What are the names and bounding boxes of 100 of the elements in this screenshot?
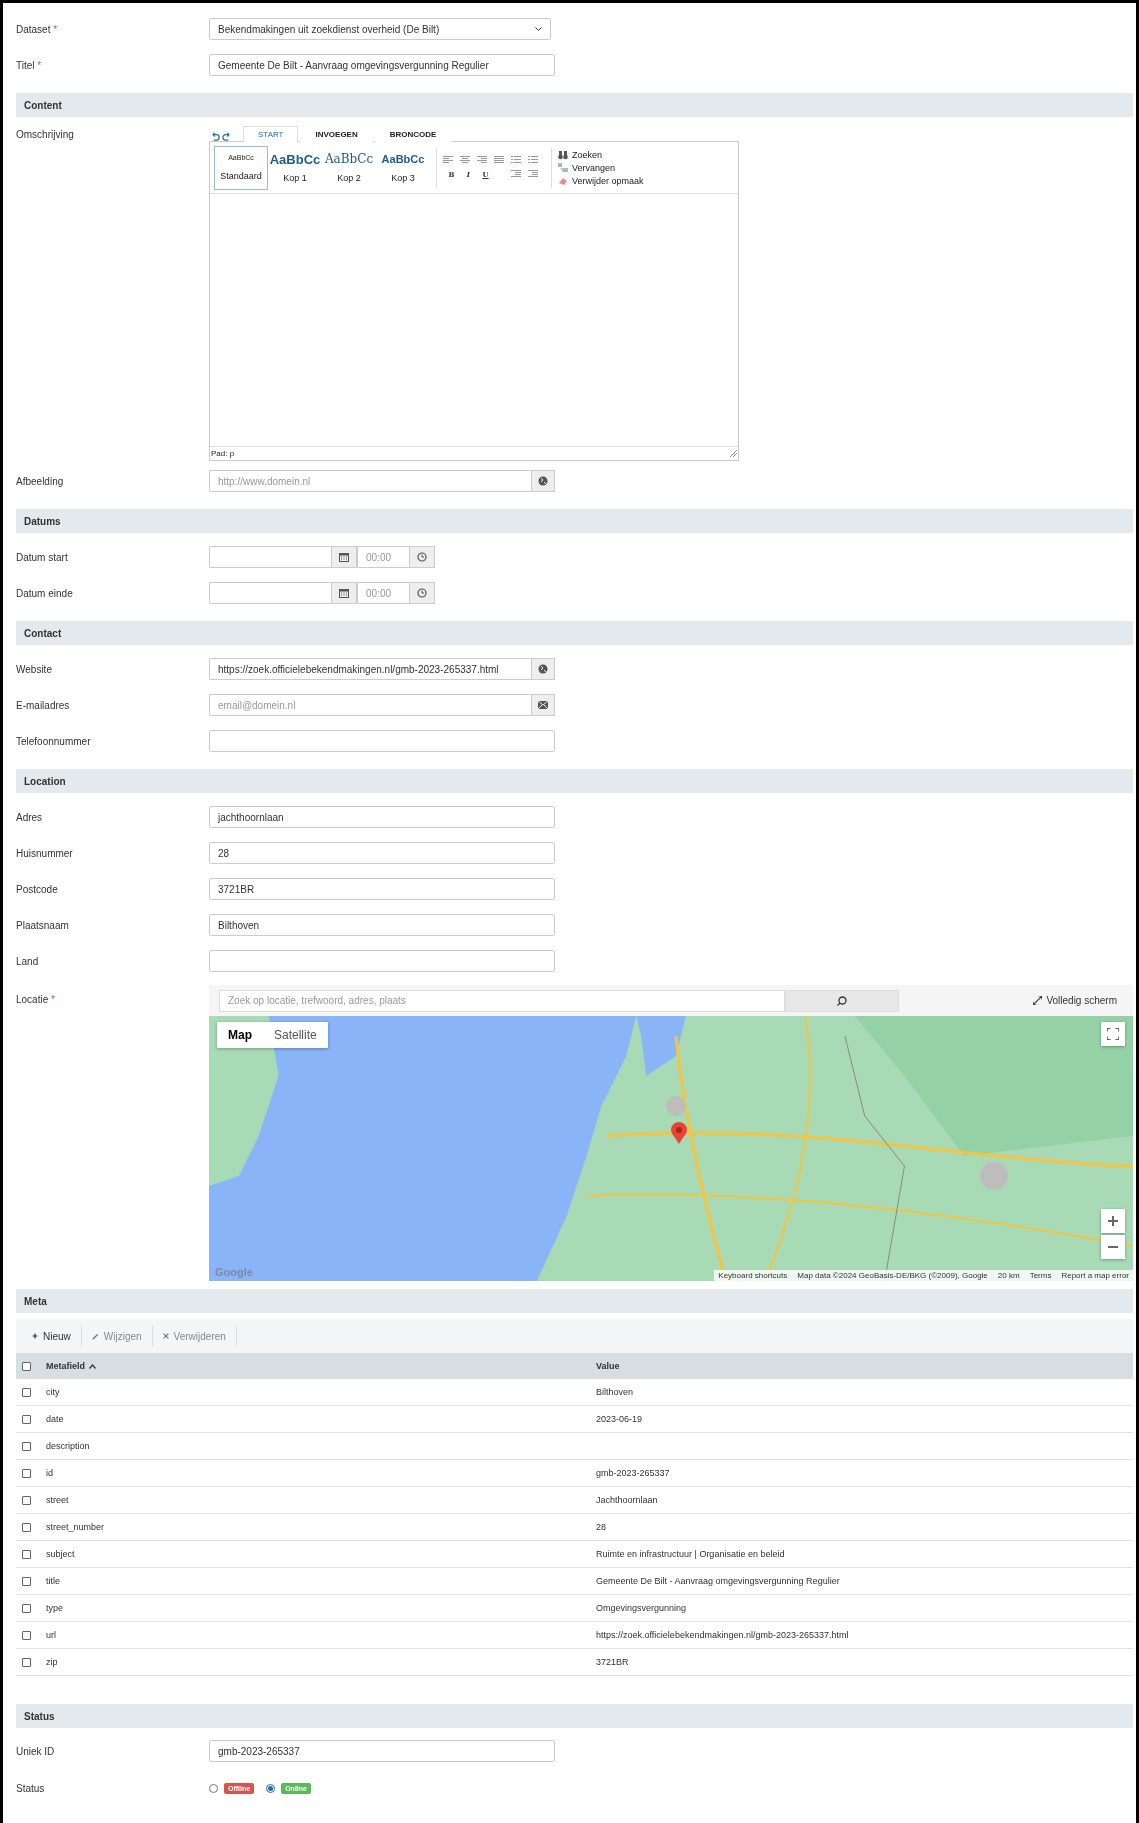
redo-icon <box>222 132 231 141</box>
map-attribution: Keyboard shortcuts <box>718 1271 788 1280</box>
editor-tool-button[interactable]: Verwijder opmaak <box>558 175 644 186</box>
website-field[interactable]: https://zoek.officielebekendmakingen.nl/gmb-2023-265337.html <box>209 658 531 680</box>
column-header[interactable]: Value <box>596 1361 1133 1371</box>
table-cell-text: subject <box>45 1549 76 1559</box>
element-path: Pad: p <box>211 449 235 458</box>
unique-id-field[interactable]: gmb-2023-265337 <box>209 1740 555 1762</box>
row-checkbox[interactable] <box>22 1603 31 1613</box>
map-attribution: Map data ©2024 GeoBasis-DE/BKG (©2009), Google <box>797 1271 988 1280</box>
table-cell-text: https://zoek.officielebekendmakingen.nl/gmb-2023-265337.html <box>596 1630 850 1640</box>
field-label: Dataset * <box>16 23 59 35</box>
table-cell-text: street <box>45 1495 70 1505</box>
justify-icon <box>494 155 504 164</box>
section-title: Datums <box>24 515 61 527</box>
section-title: Location <box>24 775 66 787</box>
text-field[interactable]: jachthoornlaan <box>209 806 555 828</box>
required-mark: * <box>37 59 42 71</box>
row-checkbox[interactable] <box>22 1576 31 1586</box>
editor-tool-button[interactable]: Vervangen <box>558 162 644 173</box>
map-attribution: Report a map error <box>1061 1271 1129 1280</box>
resize-handle-icon <box>730 450 737 457</box>
editor-tool-button[interactable]: Zoeken <box>558 149 644 160</box>
field-label: Afbeelding <box>16 475 65 487</box>
row-checkbox[interactable] <box>22 1495 31 1505</box>
numbered-list-icon <box>528 155 538 164</box>
globe-icon <box>538 664 548 674</box>
eraser-icon <box>558 175 568 186</box>
table-cell-text: Gemeente De Bilt - Aanvraag omgevingsvergunning Regulier <box>596 1576 841 1586</box>
section-title: Content <box>24 99 62 111</box>
plus-icon <box>1108 1216 1118 1226</box>
field-label: Titel * <box>16 59 43 71</box>
field-label: Locatie * <box>16 993 56 1005</box>
field-label: Huisnummer <box>16 847 74 859</box>
map-type-button[interactable]: Map <box>217 1022 263 1048</box>
table-cell-text: description <box>45 1441 91 1451</box>
clock-icon <box>417 588 427 598</box>
table-cell-text: zip <box>45 1657 59 1667</box>
chevron-down-icon <box>535 26 542 32</box>
envelope-icon <box>538 701 548 709</box>
text-field[interactable]: Bilthoven <box>209 914 555 936</box>
text-field[interactable]: 28 <box>209 842 555 864</box>
table-cell-text: 3721BR <box>596 1657 630 1667</box>
title-field[interactable]: Gemeente De Bilt - Aanvraag omgevingsvergunning Regulier <box>209 54 555 76</box>
map-type-button[interactable]: Satellite <box>263 1022 328 1048</box>
row-checkbox[interactable] <box>22 1549 31 1559</box>
field-label: Status <box>16 1782 46 1794</box>
text-field[interactable]: 3721BR <box>209 878 555 900</box>
binoculars-icon <box>558 149 568 160</box>
row-checkbox[interactable] <box>22 1522 31 1532</box>
date-field[interactable] <box>209 546 331 568</box>
zoom-out-button[interactable] <box>1101 1235 1125 1259</box>
radio-button[interactable] <box>266 1783 276 1793</box>
indent-icon <box>528 169 538 178</box>
row-checkbox[interactable] <box>22 1414 31 1424</box>
align-right-icon <box>477 155 487 164</box>
date-field[interactable] <box>209 582 331 604</box>
required-mark: * <box>53 23 58 35</box>
bullet-list-icon <box>511 155 521 164</box>
table-cell-text: Omgevingsvergunning <box>596 1603 688 1613</box>
field-label: E-mailadres <box>16 699 71 711</box>
table-cell-text: 2023-06-19 <box>596 1414 644 1424</box>
phone-field[interactable] <box>209 730 555 752</box>
field-label: Adres <box>16 811 44 823</box>
map-attribution: Terms <box>1029 1271 1052 1280</box>
toolbar-button[interactable]: Nieuw <box>22 1326 82 1346</box>
radio-button[interactable] <box>209 1783 218 1793</box>
field-label: Datum start <box>16 551 69 563</box>
editor-tab[interactable]: START <box>243 126 299 142</box>
field-label: Website <box>16 663 53 675</box>
pencil-icon <box>91 1332 99 1340</box>
align-center-icon <box>460 155 470 164</box>
select-all-checkbox[interactable] <box>22 1361 31 1371</box>
required-mark: * <box>51 994 55 1005</box>
calendar-icon <box>339 552 349 562</box>
align-left-icon <box>443 155 453 164</box>
field-label: Plaatsnaam <box>16 919 70 931</box>
fullscreen-map-button[interactable] <box>1101 1022 1125 1046</box>
row-checkbox[interactable] <box>22 1468 31 1478</box>
dataset-select[interactable]: Bekendmakingen uit zoekdienst overheid (De Bilt) <box>209 18 551 40</box>
column-header[interactable]: Metafield <box>40 1361 596 1371</box>
section-title: Status <box>24 1710 55 1722</box>
field-label: Omschrijving <box>16 128 75 140</box>
row-checkbox[interactable] <box>22 1657 31 1667</box>
row-checkbox[interactable] <box>22 1630 31 1640</box>
expand-icon <box>1033 996 1043 1005</box>
table-cell-text: street_number <box>45 1522 106 1532</box>
row-checkbox[interactable] <box>22 1441 31 1451</box>
field-label: Datum einde <box>16 587 74 599</box>
table-cell-text: city <box>45 1387 61 1397</box>
calendar-icon <box>339 588 349 598</box>
fullscreen-button[interactable]: Volledig scherm <box>1027 994 1123 1007</box>
row-checkbox[interactable] <box>22 1387 31 1397</box>
table-cell-text: Ruimte en infrastructuur | Organisatie en beleid <box>596 1549 786 1559</box>
map[interactable]: Map Satellite Google Keyboard shortcuts Map data ©2024 GeoBasis-DE/BKG (©2009), Google 20 km Terms Report a map error <box>209 1016 1133 1281</box>
map-attribution: 20 km <box>997 1271 1020 1280</box>
map-pin-icon <box>671 1122 687 1144</box>
zoom-in-button[interactable] <box>1101 1209 1125 1233</box>
text-field[interactable] <box>209 950 555 972</box>
table-cell-text: url <box>45 1630 57 1640</box>
